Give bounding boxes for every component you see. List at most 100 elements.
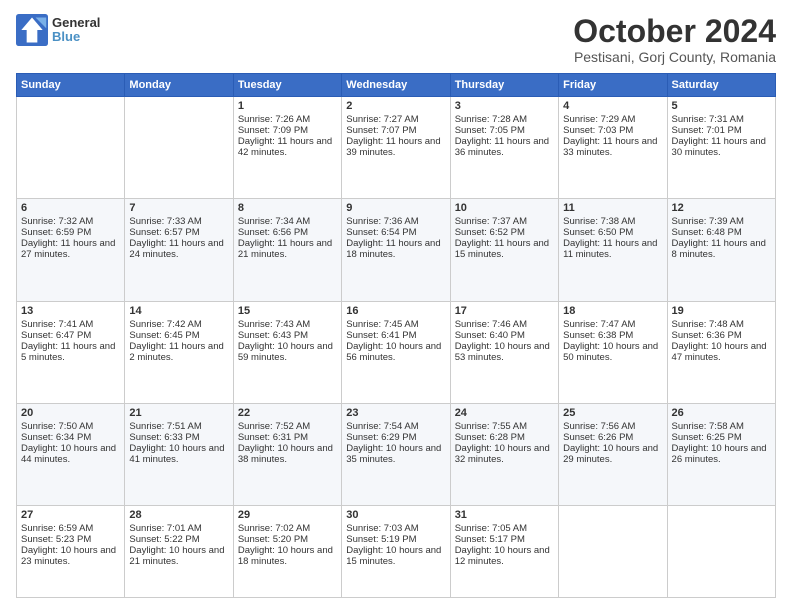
page: General Blue October 2024 Pestisani, Gor… [0, 0, 792, 612]
logo-line1: General [52, 16, 100, 30]
daylight-text: Daylight: 11 hours and 30 minutes. [672, 136, 771, 158]
sunset-text: Sunset: 5:19 PM [346, 534, 445, 545]
header: General Blue October 2024 Pestisani, Gor… [16, 14, 776, 65]
sunrise-text: Sunrise: 7:29 AM [563, 114, 662, 125]
day-number: 13 [21, 305, 120, 317]
sunset-text: Sunset: 6:52 PM [455, 227, 554, 238]
sunrise-text: Sunrise: 7:28 AM [455, 114, 554, 125]
table-row: 4Sunrise: 7:29 AMSunset: 7:03 PMDaylight… [559, 97, 667, 199]
day-number: 5 [672, 100, 771, 112]
sunrise-text: Sunrise: 7:36 AM [346, 216, 445, 227]
daylight-text: Daylight: 11 hours and 39 minutes. [346, 136, 445, 158]
sunrise-text: Sunrise: 7:50 AM [21, 421, 120, 432]
table-row: 30Sunrise: 7:03 AMSunset: 5:19 PMDayligh… [342, 506, 450, 598]
header-wednesday: Wednesday [342, 74, 450, 97]
sunrise-text: Sunrise: 7:39 AM [672, 216, 771, 227]
sunset-text: Sunset: 6:26 PM [563, 432, 662, 443]
table-row: 1Sunrise: 7:26 AMSunset: 7:09 PMDaylight… [233, 97, 341, 199]
sunrise-text: Sunrise: 7:27 AM [346, 114, 445, 125]
table-row: 23Sunrise: 7:54 AMSunset: 6:29 PMDayligh… [342, 403, 450, 505]
daylight-text: Daylight: 11 hours and 2 minutes. [129, 341, 228, 363]
day-number: 4 [563, 100, 662, 112]
sunset-text: Sunset: 6:54 PM [346, 227, 445, 238]
sunrise-text: Sunrise: 7:52 AM [238, 421, 337, 432]
sunset-text: Sunset: 7:05 PM [455, 125, 554, 136]
sunset-text: Sunset: 6:43 PM [238, 330, 337, 341]
sunrise-text: Sunrise: 7:38 AM [563, 216, 662, 227]
table-row: 19Sunrise: 7:48 AMSunset: 6:36 PMDayligh… [667, 301, 775, 403]
day-number: 16 [346, 305, 445, 317]
sunrise-text: Sunrise: 7:26 AM [238, 114, 337, 125]
sunrise-text: Sunrise: 7:32 AM [21, 216, 120, 227]
sunrise-text: Sunrise: 7:56 AM [563, 421, 662, 432]
day-number: 22 [238, 407, 337, 419]
sunrise-text: Sunrise: 7:46 AM [455, 319, 554, 330]
day-number: 9 [346, 202, 445, 214]
table-row: 28Sunrise: 7:01 AMSunset: 5:22 PMDayligh… [125, 506, 233, 598]
table-row [667, 506, 775, 598]
day-number: 19 [672, 305, 771, 317]
table-row [17, 97, 125, 199]
day-number: 7 [129, 202, 228, 214]
sunset-text: Sunset: 6:28 PM [455, 432, 554, 443]
day-number: 25 [563, 407, 662, 419]
table-row: 3Sunrise: 7:28 AMSunset: 7:05 PMDaylight… [450, 97, 558, 199]
header-tuesday: Tuesday [233, 74, 341, 97]
table-row: 25Sunrise: 7:56 AMSunset: 6:26 PMDayligh… [559, 403, 667, 505]
header-monday: Monday [125, 74, 233, 97]
day-number: 23 [346, 407, 445, 419]
sunrise-text: Sunrise: 7:58 AM [672, 421, 771, 432]
daylight-text: Daylight: 11 hours and 21 minutes. [238, 238, 337, 260]
day-number: 30 [346, 509, 445, 521]
table-row: 26Sunrise: 7:58 AMSunset: 6:25 PMDayligh… [667, 403, 775, 505]
sunrise-text: Sunrise: 6:59 AM [21, 523, 120, 534]
sunset-text: Sunset: 7:03 PM [563, 125, 662, 136]
sunset-text: Sunset: 6:33 PM [129, 432, 228, 443]
table-row: 31Sunrise: 7:05 AMSunset: 5:17 PMDayligh… [450, 506, 558, 598]
sunset-text: Sunset: 6:31 PM [238, 432, 337, 443]
table-row [125, 97, 233, 199]
daylight-text: Daylight: 10 hours and 12 minutes. [455, 545, 554, 567]
logo-text: General Blue [52, 16, 100, 45]
table-row: 12Sunrise: 7:39 AMSunset: 6:48 PMDayligh… [667, 199, 775, 301]
daylight-text: Daylight: 11 hours and 5 minutes. [21, 341, 120, 363]
sunset-text: Sunset: 6:59 PM [21, 227, 120, 238]
sunset-text: Sunset: 6:34 PM [21, 432, 120, 443]
daylight-text: Daylight: 11 hours and 27 minutes. [21, 238, 120, 260]
daylight-text: Daylight: 11 hours and 42 minutes. [238, 136, 337, 158]
sunrise-text: Sunrise: 7:41 AM [21, 319, 120, 330]
logo-line2: Blue [52, 30, 100, 44]
day-number: 17 [455, 305, 554, 317]
sunrise-text: Sunrise: 7:45 AM [346, 319, 445, 330]
day-number: 20 [21, 407, 120, 419]
daylight-text: Daylight: 11 hours and 8 minutes. [672, 238, 771, 260]
day-number: 21 [129, 407, 228, 419]
table-row: 27Sunrise: 6:59 AMSunset: 5:23 PMDayligh… [17, 506, 125, 598]
sunset-text: Sunset: 6:45 PM [129, 330, 228, 341]
table-row: 18Sunrise: 7:47 AMSunset: 6:38 PMDayligh… [559, 301, 667, 403]
day-number: 1 [238, 100, 337, 112]
sunset-text: Sunset: 5:20 PM [238, 534, 337, 545]
sunset-text: Sunset: 6:38 PM [563, 330, 662, 341]
location-subtitle: Pestisani, Gorj County, Romania [573, 49, 776, 65]
day-number: 12 [672, 202, 771, 214]
daylight-text: Daylight: 11 hours and 36 minutes. [455, 136, 554, 158]
sunset-text: Sunset: 5:17 PM [455, 534, 554, 545]
header-saturday: Saturday [667, 74, 775, 97]
daylight-text: Daylight: 10 hours and 50 minutes. [563, 341, 662, 363]
sunset-text: Sunset: 6:50 PM [563, 227, 662, 238]
table-row: 9Sunrise: 7:36 AMSunset: 6:54 PMDaylight… [342, 199, 450, 301]
sunrise-text: Sunrise: 7:37 AM [455, 216, 554, 227]
daylight-text: Daylight: 10 hours and 59 minutes. [238, 341, 337, 363]
table-row: 22Sunrise: 7:52 AMSunset: 6:31 PMDayligh… [233, 403, 341, 505]
daylight-text: Daylight: 10 hours and 15 minutes. [346, 545, 445, 567]
day-number: 14 [129, 305, 228, 317]
sunset-text: Sunset: 6:36 PM [672, 330, 771, 341]
table-row: 24Sunrise: 7:55 AMSunset: 6:28 PMDayligh… [450, 403, 558, 505]
sunset-text: Sunset: 5:22 PM [129, 534, 228, 545]
sunset-text: Sunset: 6:25 PM [672, 432, 771, 443]
sunrise-text: Sunrise: 7:01 AM [129, 523, 228, 534]
sunset-text: Sunset: 6:41 PM [346, 330, 445, 341]
sunset-text: Sunset: 6:56 PM [238, 227, 337, 238]
table-row: 29Sunrise: 7:02 AMSunset: 5:20 PMDayligh… [233, 506, 341, 598]
